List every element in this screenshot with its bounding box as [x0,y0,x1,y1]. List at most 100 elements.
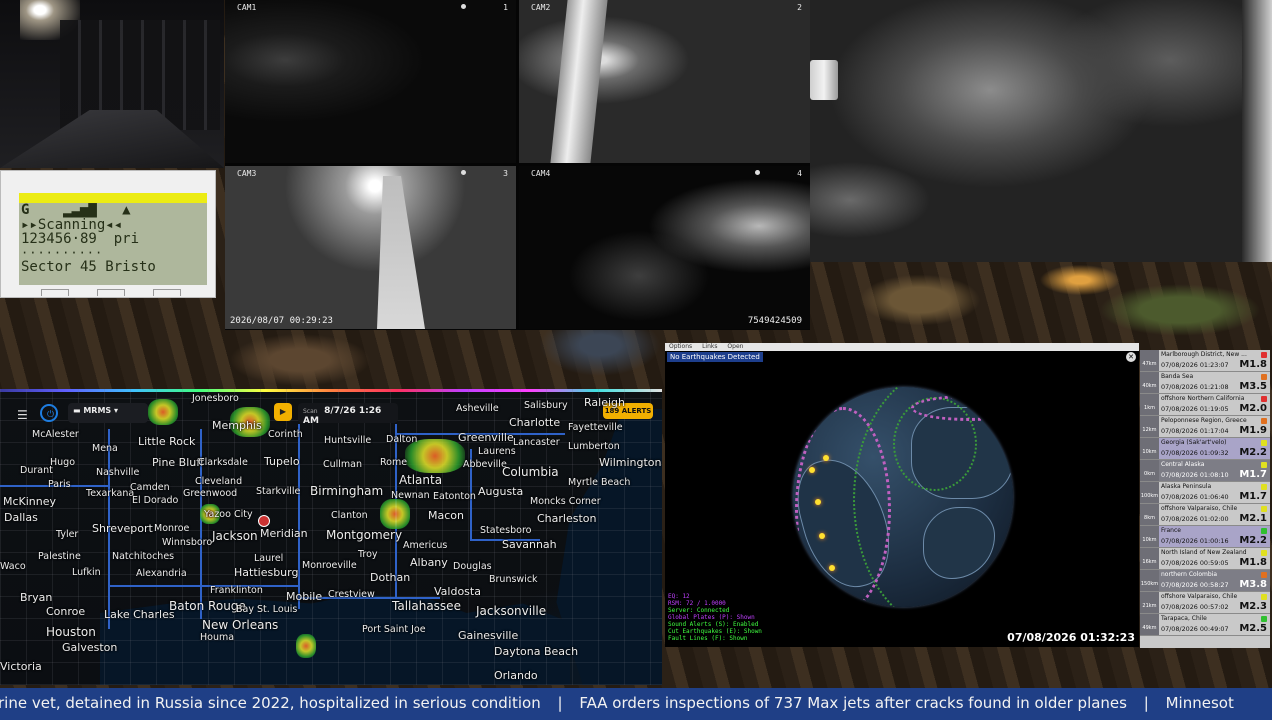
quake-location: Banda Sea [1161,373,1194,380]
lamp-post [810,60,838,100]
city-label: Americus [403,540,448,551]
quake-list-item[interactable]: 1km offshore Northern California 07/08/202… [1140,394,1270,416]
quake-marker[interactable] [819,533,825,539]
camera-4-feed[interactable]: CAM4 4 [519,166,810,329]
quake-marker[interactable] [815,499,821,505]
city-label: Atlanta [399,473,443,487]
earthquake-list[interactable]: 47km Marlborough District, New ... 07/08/2… [1140,350,1270,648]
alert-level-icon [1261,506,1267,512]
tree-camera-feed [810,0,1272,262]
city-label: Nashville [96,467,140,478]
tree-trunk [550,0,608,163]
quake-location: France [1161,527,1181,534]
play-button[interactable]: ▶ [274,403,292,421]
quake-location: Peloponnese Region, Greece [1161,417,1247,424]
ticker-item: Minnesot [1165,694,1234,712]
monitor-stat-line: RSM: 72 / 1.0000 [668,600,726,607]
quake-magnitude: M2.1 [1239,513,1267,524]
city-label: Paris [48,479,71,490]
city-label: Bryan [20,591,53,604]
scanner-frequency-line: 123456·89 pri [21,231,140,247]
menu-options[interactable]: Options [669,343,692,350]
radio-scanner-display: G ▂▃▅▇ ▲ ▸▸Scanning◂◂ 123456·89 pri ····… [0,170,216,298]
camera-serial: 7549424509 [747,316,802,326]
city-label: Camden [130,482,170,493]
monitor-stats: EQ: 12 RSM: 72 / 1.0000 Server: Connected G… [668,593,762,642]
city-label: Lumberton [568,441,620,452]
monitor-stat-line: EQ: 12 [668,593,690,600]
city-label: McAlester [32,429,79,440]
city-label: Gainesville [458,629,519,642]
quake-list-item[interactable]: 100km Alaska Peninsula 07/08/2026 01:06:40… [1140,482,1270,504]
monitor-stat-line: Cut Earthquakes (E): Shown [668,628,762,635]
quake-list-item[interactable]: 16km North Island of New Zealand 07/08/202… [1140,548,1270,570]
menu-open[interactable]: Open [727,343,743,350]
power-icon[interactable]: ⏻ [40,404,58,422]
quake-list-item[interactable]: 12km Peloponnese Region, Greece 07/08/2026… [1140,416,1270,438]
monitor-stat-line: Sound Alerts (S): Enabled [668,621,759,628]
quake-magnitude: M2.0 [1239,403,1267,414]
softkey[interactable] [41,289,69,296]
quake-list-item[interactable]: 150km northern Colombia 07/08/2026 00:58:2… [1140,570,1270,592]
quake-depth: 150km [1140,570,1159,591]
softkey[interactable] [97,289,125,296]
alert-level-icon [1261,352,1267,358]
city-label: McKinney [3,495,57,508]
city-label: Memphis [212,419,262,432]
quake-marker[interactable] [823,455,829,461]
quake-list-item[interactable]: 49km Tarapaca, Chile 07/08/2026 00:49:07 M2… [1140,614,1270,636]
city-label: Cleveland [195,476,243,487]
close-icon[interactable]: ✕ [1126,352,1136,362]
camera-3-label: CAM3 [237,169,257,178]
city-label: Houston [46,625,96,639]
quake-marker[interactable] [809,467,815,473]
quake-magnitude: M2.2 [1239,535,1267,546]
city-label: Asheville [456,403,499,414]
quake-list-item[interactable]: 47km Marlborough District, New ... 07/08/2… [1140,350,1270,372]
earth-globe[interactable] [793,387,1013,607]
quake-marker[interactable] [829,565,835,571]
city-label: Albany [410,556,448,569]
city-label: Cullman [323,459,363,470]
city-label: Charleston [537,512,597,525]
camera-1-feed[interactable]: CAM1 1 [225,0,516,163]
weather-radar-map[interactable]: ☰ ⏻ ▬ MRMS ▾ ▶ Scan 8/7/26 1:26 AM 189 A… [0,389,662,685]
product-label: MRMS [83,406,112,415]
camera-3-feed[interactable]: CAM3 3 [225,166,516,329]
quake-list-item[interactable]: 8km offshore Valparaiso, Chile 07/08/2026 … [1140,504,1270,526]
earthquake-monitor-window: Options Links Open No Earthquakes Detect… [665,343,1139,647]
quake-list-item[interactable]: 10km France 07/08/2026 01:00:16 M2.2 [1140,526,1270,548]
city-label: Troy [358,549,378,560]
city-label: Palestine [38,551,81,562]
city-label: Salisbury [524,400,568,411]
city-label: Houma [200,632,235,643]
monitor-clock: 07/08/2026 01:32:23 [1007,631,1135,644]
camera-2-feed[interactable]: CAM2 2 [519,0,810,163]
product-selector[interactable]: ▬ MRMS ▾ [68,403,148,423]
softkey[interactable] [153,289,181,296]
quake-list-item[interactable]: 40km Banda Sea 07/08/2026 01:21:08 M3.5 [1140,372,1270,394]
camera-3-number: 3 [503,169,508,178]
city-label: Dalton [386,434,418,445]
security-camera-grid: CAM1 1 CAM2 2 CAM3 3 CAM4 4 2026/08/07 0… [225,0,810,330]
quake-list-item[interactable]: 21km offshore Valparaiso, Chile 07/08/2026… [1140,592,1270,614]
wall-edge [1242,0,1272,262]
quake-magnitude: M2.3 [1239,601,1267,612]
quake-list-item[interactable]: 10km Georgia (Sak'art'velo) 07/08/2026 01:… [1140,438,1270,460]
hallway-camera-feed [0,0,224,168]
city-label: Texarkana [86,488,135,499]
quake-list-item[interactable]: 0km Central Alaska 07/08/2026 01:08:10 M1.7 [1140,460,1270,482]
monitor-stat-line: Global Plates (P): Shown [668,614,755,621]
city-label: Corinth [268,429,303,440]
menu-links[interactable]: Links [702,343,717,350]
city-label: Dothan [370,571,411,584]
city-label: Mena [92,443,118,454]
state-border [298,424,300,609]
city-label: Shreveport [92,522,153,535]
quake-time: 07/08/2026 01:17:04 [1161,427,1229,435]
city-label: Jacksonville [476,604,547,618]
menu-icon[interactable]: ☰ [12,406,30,421]
location-pin[interactable] [258,515,270,527]
quake-time: 07/08/2026 01:08:10 [1161,471,1229,479]
city-label: Montgomery [326,528,403,542]
